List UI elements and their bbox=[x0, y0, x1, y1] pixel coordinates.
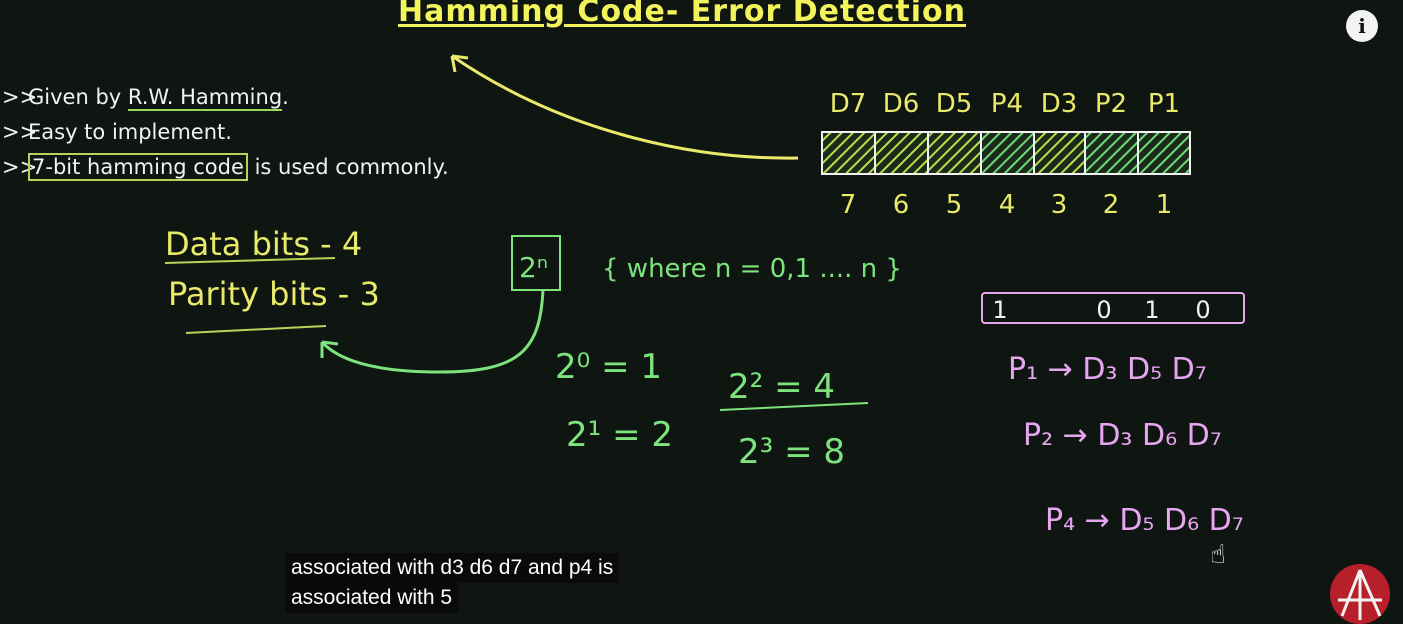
video-frame[interactable]: Hamming Code- Error Detection >>Given by… bbox=[0, 0, 1403, 624]
parity-rule-p4: P₄ → D₅ D₆ D₇ bbox=[1045, 503, 1244, 538]
parity-bits-note: Parity bits - 3 bbox=[168, 275, 380, 313]
bit-position: 3 bbox=[1051, 190, 1068, 220]
power-0: 2⁰ = 1 bbox=[555, 347, 662, 387]
power-formula: 2ⁿ bbox=[519, 251, 548, 284]
data-word-bit: 1 bbox=[1144, 296, 1159, 324]
data-word-bits: 1 0 1 0 bbox=[992, 296, 1210, 324]
caption-line: associated with d3 d6 d7 and p4 is bbox=[285, 553, 620, 583]
bit-position: 5 bbox=[946, 190, 963, 220]
mouse-cursor-icon: ☝ bbox=[1210, 540, 1226, 570]
bit-cells bbox=[821, 131, 1191, 175]
data-word-bit: 0 bbox=[1195, 296, 1210, 324]
subtitle-caption: associated with d3 d6 d7 and p4 is assoc… bbox=[285, 553, 620, 613]
arrow-curve bbox=[451, 54, 799, 160]
bit-label: P4 bbox=[991, 89, 1023, 119]
bit-position: 6 bbox=[893, 190, 910, 220]
bit-label: D3 bbox=[1041, 89, 1078, 119]
parity-rule-p2: P₂ → D₃ D₆ D₇ bbox=[1023, 418, 1222, 453]
info-icon[interactable]: i bbox=[1346, 10, 1378, 42]
data-word-bit: 1 bbox=[992, 296, 1007, 324]
power-2: 2² = 4 bbox=[728, 367, 835, 407]
bit-position: 7 bbox=[840, 190, 857, 220]
bit-position-numbers: 7 6 5 4 3 2 1 bbox=[840, 190, 1173, 220]
power-1: 2¹ = 2 bbox=[566, 415, 673, 455]
bit-position: 1 bbox=[1156, 190, 1173, 220]
chalkboard-drawing: D7 D6 D5 P4 D3 P2 P1 7654321 Data bits - 4 Par… bbox=[164, 54, 1245, 538]
bit-label: D7 bbox=[830, 89, 867, 119]
bit-labels: D7 D6 D5 P4 D3 P2 P1 bbox=[830, 89, 1180, 119]
bit-label: P2 bbox=[1095, 89, 1127, 119]
bit-position: 2 bbox=[1103, 190, 1120, 220]
caption-line: associated with 5 bbox=[285, 583, 459, 613]
bit-position: 4 bbox=[999, 190, 1016, 220]
where-clause: { where n = 0,1 .... n } bbox=[602, 254, 902, 284]
bit-label: D6 bbox=[883, 89, 920, 119]
bit-label: D5 bbox=[936, 89, 973, 119]
data-word-bit: 0 bbox=[1096, 296, 1111, 324]
power-3: 2³ = 8 bbox=[738, 432, 845, 472]
channel-logo-icon[interactable] bbox=[1330, 564, 1390, 624]
bit-label: P1 bbox=[1148, 89, 1180, 119]
parity-rule-p1: P₁ → D₃ D₅ D₇ bbox=[1008, 352, 1207, 387]
